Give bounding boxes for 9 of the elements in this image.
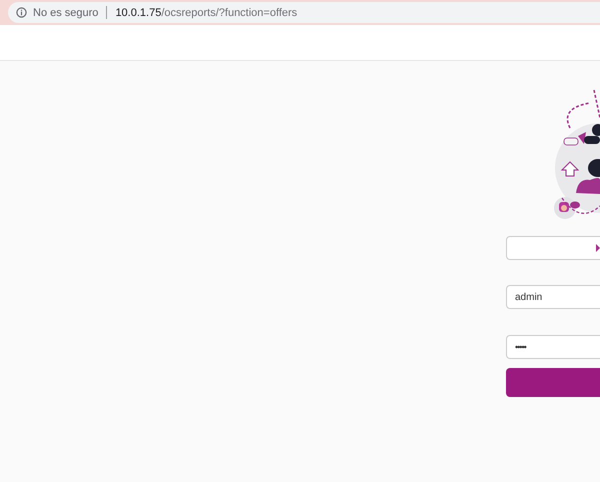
address-bar[interactable]: No es seguro 10.0.1.75/ocsreports/?function=offers: [8, 2, 600, 23]
security-label: No es seguro: [33, 6, 98, 18]
password-field[interactable]: •••••: [506, 335, 600, 359]
login-button[interactable]: [506, 368, 600, 397]
caret-icon: [596, 244, 600, 252]
info-icon: [16, 7, 27, 18]
url-text: 10.0.1.75/ocsreports/?function=offers: [115, 6, 298, 18]
username-field[interactable]: admin: [506, 285, 600, 309]
select-field[interactable]: [506, 236, 600, 260]
